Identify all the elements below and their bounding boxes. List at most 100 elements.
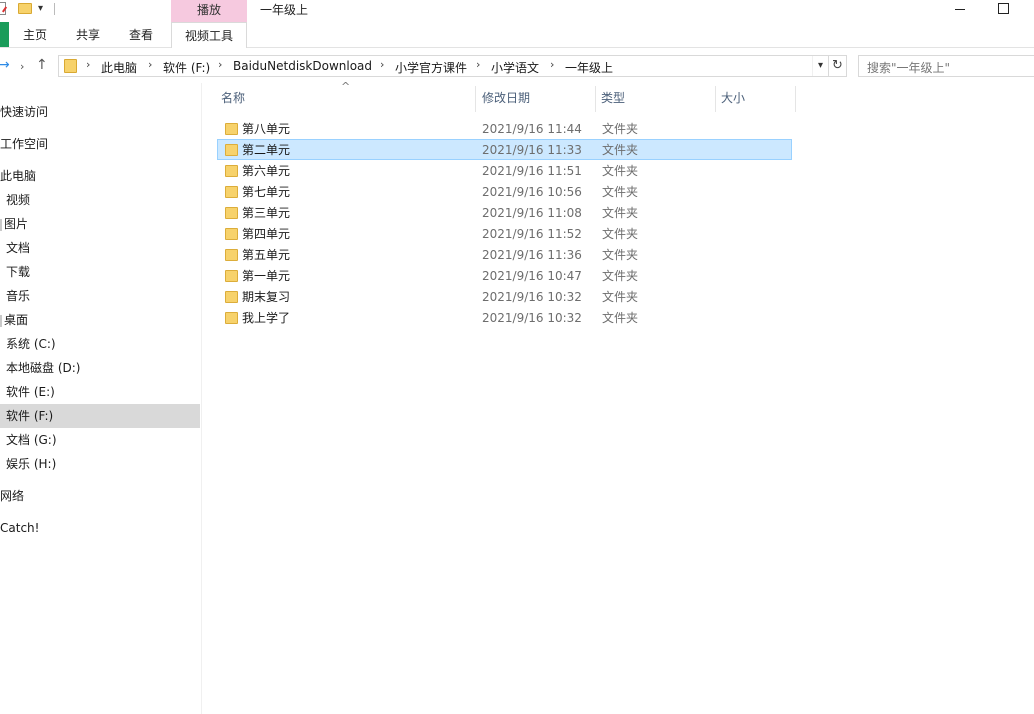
column-header-size[interactable]: 大小	[721, 83, 795, 111]
sidebar-item-videos[interactable]: 视频	[0, 188, 200, 212]
column-divider[interactable]	[795, 86, 796, 112]
file-name: 我上学了	[242, 311, 291, 325]
chevron-right-icon[interactable]: ›	[476, 58, 480, 71]
file-date: 2021/9/16 10:32	[482, 290, 582, 304]
chevron-right-icon[interactable]: ›	[218, 58, 222, 71]
sidebar-item-downloads[interactable]: 下载	[0, 260, 200, 284]
file-tab[interactable]	[0, 22, 9, 47]
sidebar-item-pictures[interactable]: 图片	[0, 212, 200, 236]
sidebar-item-quick-access[interactable]: 快速访问	[0, 100, 200, 124]
sidebar-item-this-pc[interactable]: 此电脑	[0, 164, 200, 188]
tab-home[interactable]: 主页	[14, 22, 56, 48]
quick-access-dropdown-icon[interactable]: ▾	[38, 3, 43, 14]
sidebar-item-label: 视频	[6, 193, 31, 207]
sidebar-item-music[interactable]: 音乐	[0, 284, 200, 308]
pictures-icon	[0, 218, 2, 231]
file-row[interactable]: 第六单元 2021/9/16 11:51 文件夹	[217, 160, 792, 181]
breadcrumb-drive-f[interactable]: 软件 (F:)	[163, 59, 210, 76]
sidebar-item-drive-f[interactable]: 软件 (F:)	[0, 404, 200, 428]
back-arrow-icon[interactable]: →	[0, 57, 10, 73]
recent-locations-icon[interactable]: ›	[20, 59, 24, 75]
column-header-date-modified[interactable]: 修改日期	[482, 83, 595, 111]
tab-view[interactable]: 查看	[118, 22, 164, 48]
sidebar-item-label: 网络	[0, 489, 25, 503]
file-type: 文件夹	[602, 185, 639, 199]
column-header-name[interactable]: 名称	[221, 83, 475, 111]
sidebar-item-label: 娱乐 (H:)	[6, 457, 57, 471]
maximize-button[interactable]	[996, 2, 1010, 16]
breadcrumb-baidunetdisk[interactable]: BaiduNetdiskDownload	[233, 59, 372, 73]
chevron-right-icon[interactable]: ›	[550, 58, 554, 71]
folder-icon	[64, 59, 77, 73]
file-row[interactable]: 第八单元 2021/9/16 11:44 文件夹	[217, 118, 792, 139]
ribbon-tabs: 主页 共享 查看 视频工具	[0, 22, 1034, 48]
sidebar-item-catch[interactable]: Catch!	[0, 516, 200, 540]
folder-icon	[225, 207, 238, 219]
folder-icon	[225, 144, 238, 156]
breadcrumb-grade1-term1[interactable]: 一年级上	[565, 59, 613, 76]
file-date: 2021/9/16 11:36	[482, 248, 582, 262]
breadcrumb-chinese[interactable]: 小学语文	[491, 59, 539, 76]
folder-icon	[225, 291, 238, 303]
breadcrumb-this-pc[interactable]: 此电脑	[101, 59, 137, 76]
sidebar-item-drive-g[interactable]: 文档 (G:)	[0, 428, 200, 452]
file-row[interactable]: 我上学了 2021/9/16 10:32 文件夹	[217, 307, 792, 328]
column-header-type[interactable]: 类型	[601, 83, 715, 111]
file-row[interactable]: 第三单元 2021/9/16 11:08 文件夹	[217, 202, 792, 223]
column-divider[interactable]	[475, 86, 476, 112]
file-name: 期末复习	[242, 290, 291, 304]
file-row[interactable]: 第五单元 2021/9/16 11:36 文件夹	[217, 244, 792, 265]
address-bar[interactable]: › 此电脑 › 软件 (F:) › BaiduNetdiskDownload ›…	[58, 55, 829, 77]
file-row[interactable]: 第二单元 2021/9/16 11:33 文件夹	[217, 139, 792, 160]
file-type: 文件夹	[602, 164, 639, 178]
new-folder-icon[interactable]	[18, 3, 32, 14]
sidebar-item-drive-c[interactable]: 系统 (C:)	[0, 332, 200, 356]
chevron-right-icon[interactable]: ›	[86, 58, 90, 71]
file-row[interactable]: 第一单元 2021/9/16 10:47 文件夹	[217, 265, 792, 286]
folder-icon	[225, 270, 238, 282]
sidebar-item-desktop[interactable]: 桌面	[0, 308, 200, 332]
folder-icon	[225, 249, 238, 261]
sidebar-item-drive-h[interactable]: 娱乐 (H:)	[0, 452, 200, 476]
refresh-icon[interactable]: ↻	[829, 55, 847, 77]
chevron-right-icon[interactable]: ›	[148, 58, 152, 71]
file-date: 2021/9/16 11:08	[482, 206, 582, 220]
navigation-pane: 快速访问 工作空间 此电脑 视频 图片 文档 下载 音乐 桌面 系统 (C:) …	[0, 83, 202, 714]
file-type: 文件夹	[602, 290, 639, 304]
file-type: 文件夹	[602, 206, 639, 220]
navigation-bar: → › ↑ › 此电脑 › 软件 (F:) › BaiduNetdiskDown…	[0, 49, 1034, 83]
file-row[interactable]: 第七单元 2021/9/16 10:56 文件夹	[217, 181, 792, 202]
column-divider[interactable]	[595, 86, 596, 112]
sidebar-item-label: Catch!	[0, 521, 40, 535]
column-divider[interactable]	[715, 86, 716, 112]
sidebar-item-documents[interactable]: 文档	[0, 236, 200, 260]
chevron-down-icon[interactable]: ▾	[812, 56, 828, 76]
file-type: 文件夹	[602, 311, 639, 325]
sidebar-item-drive-e[interactable]: 软件 (E:)	[0, 380, 200, 404]
sidebar-item-label: 快速访问	[0, 105, 49, 119]
folder-icon	[225, 186, 238, 198]
folder-icon	[225, 228, 238, 240]
tab-share[interactable]: 共享	[66, 22, 110, 48]
sidebar-item-drive-d[interactable]: 本地磁盘 (D:)	[0, 356, 200, 380]
folder-icon	[225, 312, 238, 324]
breadcrumb-courseware[interactable]: 小学官方课件	[395, 59, 467, 76]
minimize-button[interactable]	[952, 2, 968, 16]
up-arrow-icon[interactable]: ↑	[36, 57, 48, 73]
file-row[interactable]: 第四单元 2021/9/16 11:52 文件夹	[217, 223, 792, 244]
properties-icon[interactable]	[0, 2, 6, 15]
sidebar-item-workspace[interactable]: 工作空间	[0, 132, 200, 156]
file-name: 第五单元	[242, 248, 291, 262]
sidebar-item-network[interactable]: 网络	[0, 484, 200, 508]
tab-video-tools[interactable]: 视频工具	[171, 22, 247, 48]
file-date: 2021/9/16 11:52	[482, 227, 582, 241]
file-date: 2021/9/16 11:51	[482, 164, 582, 178]
context-tab-play[interactable]: 播放	[171, 0, 247, 22]
sidebar-item-label: 本地磁盘 (D:)	[6, 361, 81, 375]
file-row[interactable]: 期末复习 2021/9/16 10:32 文件夹	[217, 286, 792, 307]
sidebar-item-label: 软件 (E:)	[6, 385, 55, 399]
folder-icon	[225, 165, 238, 177]
chevron-right-icon[interactable]: ›	[380, 58, 384, 71]
file-name: 第四单元	[242, 227, 291, 241]
search-input[interactable]: 搜索"一年级上"	[858, 55, 1034, 77]
